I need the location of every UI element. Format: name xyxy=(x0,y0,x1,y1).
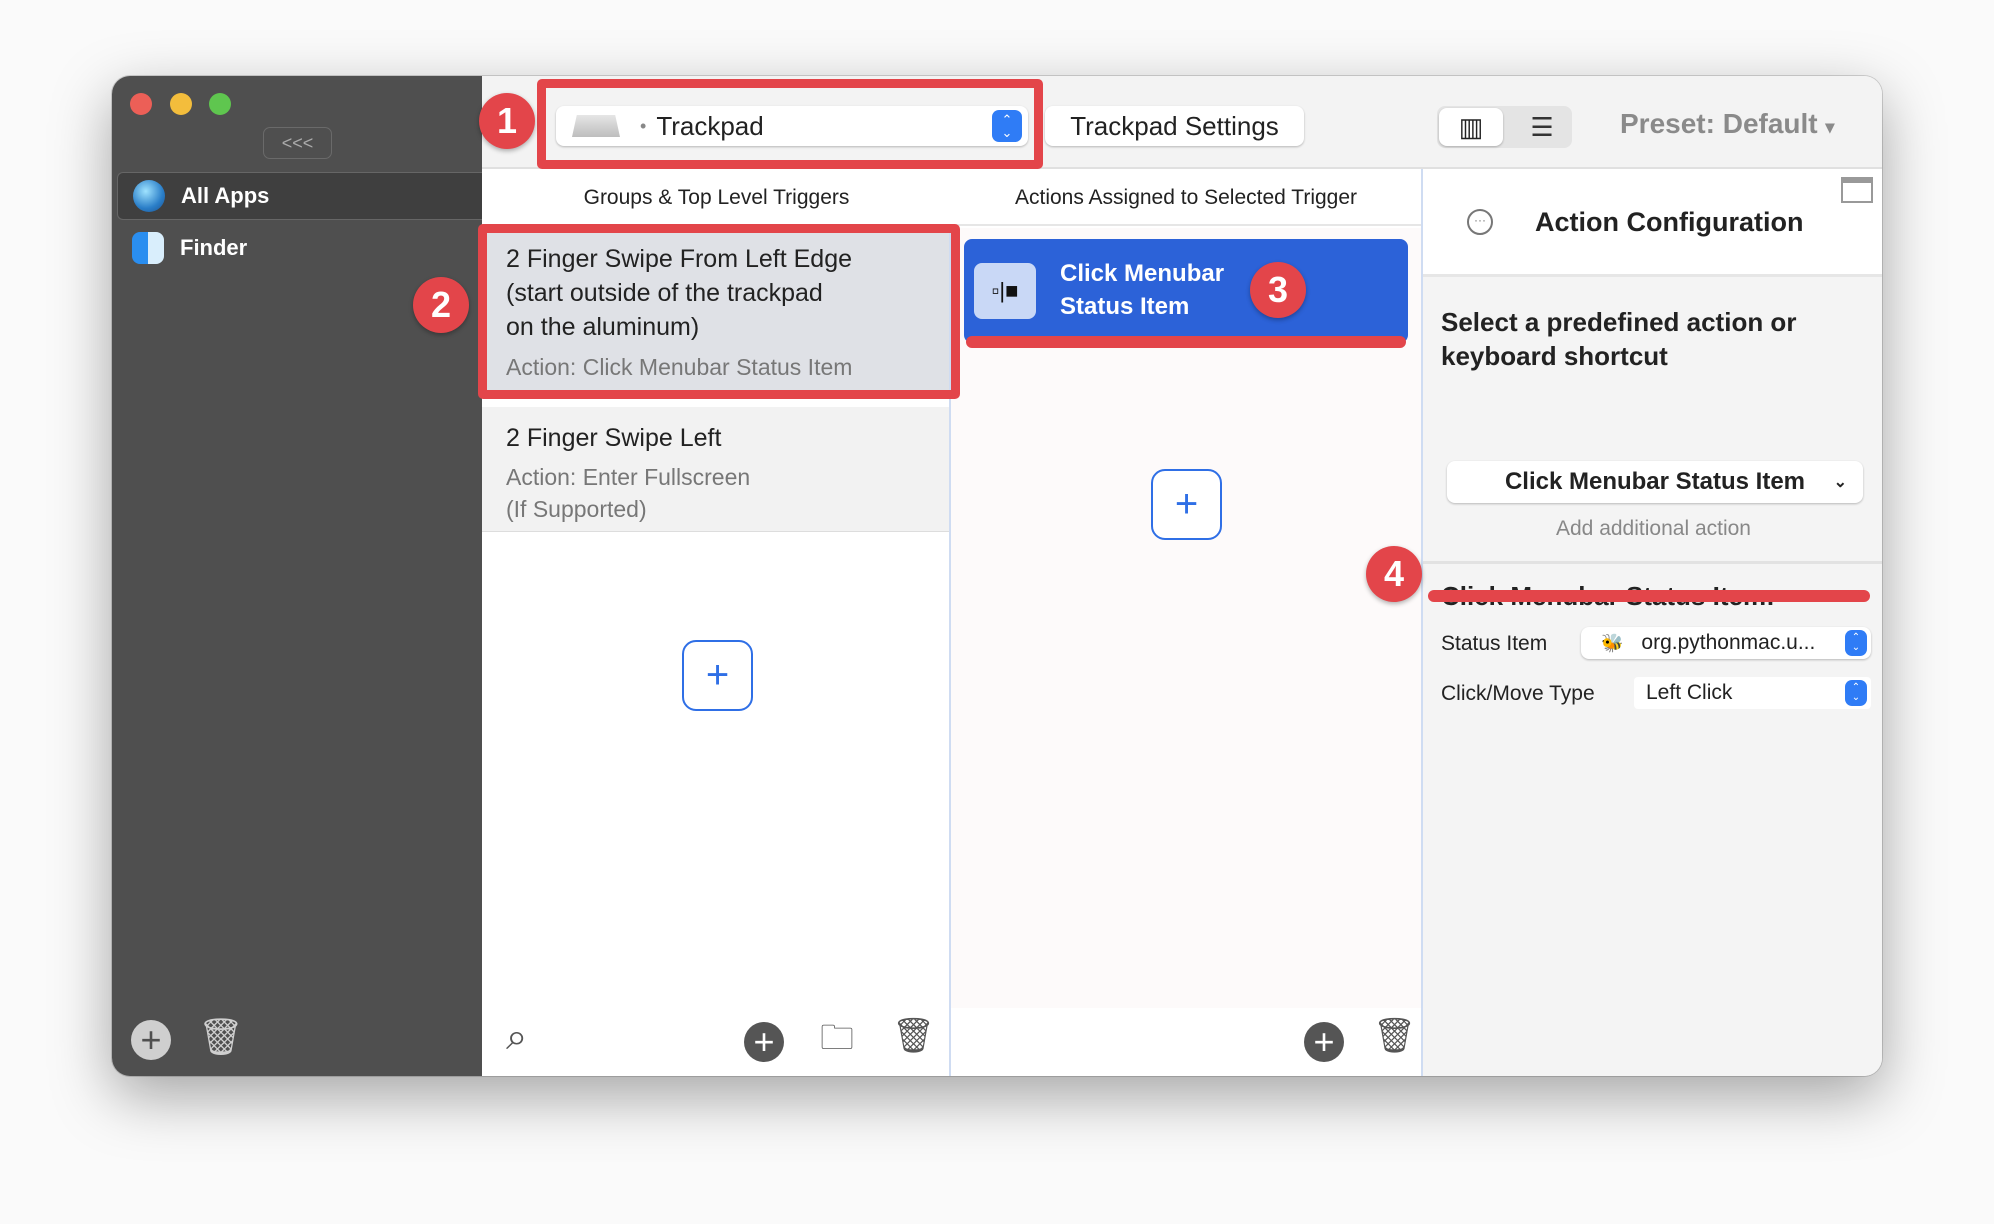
click-type-label: Click/Move Type xyxy=(1441,682,1595,705)
sidebar-item-all-apps[interactable]: All Apps xyxy=(117,172,482,220)
action-label-line: Click Menubar xyxy=(1060,260,1225,287)
selected-action: Click Menubar Status Item xyxy=(1504,468,1806,495)
chevron-down-icon: ▾ xyxy=(1825,117,1835,137)
annotation-badge: 2 xyxy=(413,277,469,333)
predefined-action-select[interactable]: Click Menubar Status Item ⌄ xyxy=(1447,461,1863,503)
add-app-button[interactable]: + xyxy=(131,1020,171,1060)
window-icon[interactable] xyxy=(1841,177,1873,203)
preset-menu[interactable]: Preset: Default ▾ xyxy=(1620,108,1834,140)
triggers-bottom-bar: ⌕ + 🗀 🗑 xyxy=(482,1008,951,1076)
list-view-icon[interactable]: ☰ xyxy=(1517,108,1567,146)
sidebar-item-label: All Apps xyxy=(181,183,270,208)
action-configuration-panel: ··· Action Configuration Select a predef… xyxy=(1421,169,1882,1076)
column-view-icon[interactable]: ▥ xyxy=(1439,108,1503,146)
stepper-icon: ⌃ ⌄ xyxy=(1845,680,1867,706)
app-window: <<< All Apps Finder + 🗑 • Trackpad ⌃ ⌄ Tr… xyxy=(112,76,1882,1076)
collapse-sidebar-button[interactable]: <<< xyxy=(263,127,332,159)
click-type-select[interactable]: Left Click ⌃ ⌄ xyxy=(1634,677,1871,709)
trigger-action: Action: Enter Fullscreen xyxy=(506,464,751,490)
trigger-action: (If Supported) xyxy=(506,496,647,522)
config-header: ··· Action Configuration xyxy=(1423,169,1882,277)
new-folder-icon[interactable]: 🗀 xyxy=(820,1014,854,1071)
status-item-icon: ▫|■ xyxy=(974,263,1036,319)
trigger-title: 2 Finger Swipe Left xyxy=(506,424,722,452)
annotation-box-1 xyxy=(537,79,1043,169)
finder-icon xyxy=(132,232,164,264)
annotation-badge: 3 xyxy=(1250,262,1306,318)
triggers-header: Groups & Top Level Triggers xyxy=(482,169,951,226)
click-type-value: Left Click xyxy=(1646,681,1733,704)
trash-icon[interactable]: 🗑 xyxy=(892,1016,935,1056)
config-title: Action Configuration xyxy=(1535,207,1804,237)
annotation-underline-3 xyxy=(966,336,1406,348)
add-action-icon[interactable]: + xyxy=(1304,1022,1344,1062)
action-label-line: Status Item xyxy=(1060,293,1190,320)
add-additional-action-link[interactable]: Add additional action xyxy=(1423,517,1882,541)
action-label: Click Menubar Status Item xyxy=(1060,257,1224,323)
status-item-value: org.pythonmac.u... xyxy=(1641,631,1816,654)
zoom-button[interactable] xyxy=(209,93,231,115)
annotation-badge: 4 xyxy=(1366,546,1422,602)
annotation-box-2 xyxy=(478,224,960,399)
action-item-selected[interactable]: ▫|■ Click Menubar Status Item xyxy=(964,239,1408,343)
sidebar-item-finder[interactable]: Finder xyxy=(117,224,482,272)
minimize-button[interactable] xyxy=(170,93,192,115)
stepper-icon: ⌃ ⌄ xyxy=(1845,630,1867,656)
actions-bottom-bar: + 🗑 xyxy=(951,1008,1421,1076)
actions-header: Actions Assigned to Selected Trigger xyxy=(951,169,1421,226)
search-icon[interactable]: ⌕ xyxy=(506,1016,527,1059)
divider xyxy=(1423,561,1882,564)
app-icon: 🐝 xyxy=(1601,632,1624,653)
close-button[interactable] xyxy=(130,93,152,115)
globe-icon xyxy=(133,180,165,212)
sidebar: <<< All Apps Finder + 🗑 xyxy=(112,76,482,1076)
trigger-item[interactable]: 2 Finger Swipe Left Action: Enter Fullsc… xyxy=(482,407,949,532)
label-line: keyboard shortcut xyxy=(1441,341,1668,371)
preset-label: Preset: Default xyxy=(1620,108,1818,139)
view-mode-segmented: ▥ ☰ xyxy=(1437,106,1572,148)
trackpad-settings-button[interactable]: Trackpad Settings xyxy=(1045,106,1304,146)
add-trigger-icon[interactable]: + xyxy=(744,1022,784,1062)
status-item-label: Status Item xyxy=(1441,632,1548,655)
trash-icon[interactable]: 🗑 xyxy=(1373,1016,1416,1056)
annotation-badge: 1 xyxy=(479,93,535,149)
status-item-select[interactable]: 🐝 org.pythonmac.u... ⌃ ⌄ xyxy=(1581,627,1871,659)
chevron-down-icon: ⌄ xyxy=(1833,474,1847,491)
select-action-label: Select a predefined action or keyboard s… xyxy=(1441,305,1796,373)
annotation-underline-4 xyxy=(1428,590,1870,602)
add-action-button[interactable]: + xyxy=(1151,469,1222,540)
more-options-icon[interactable]: ··· xyxy=(1467,209,1493,235)
label-line: Select a predefined action or xyxy=(1441,307,1797,337)
delete-app-button[interactable]: 🗑 xyxy=(198,1016,244,1058)
sidebar-item-label: Finder xyxy=(180,235,248,260)
add-trigger-button[interactable]: + xyxy=(682,640,753,711)
